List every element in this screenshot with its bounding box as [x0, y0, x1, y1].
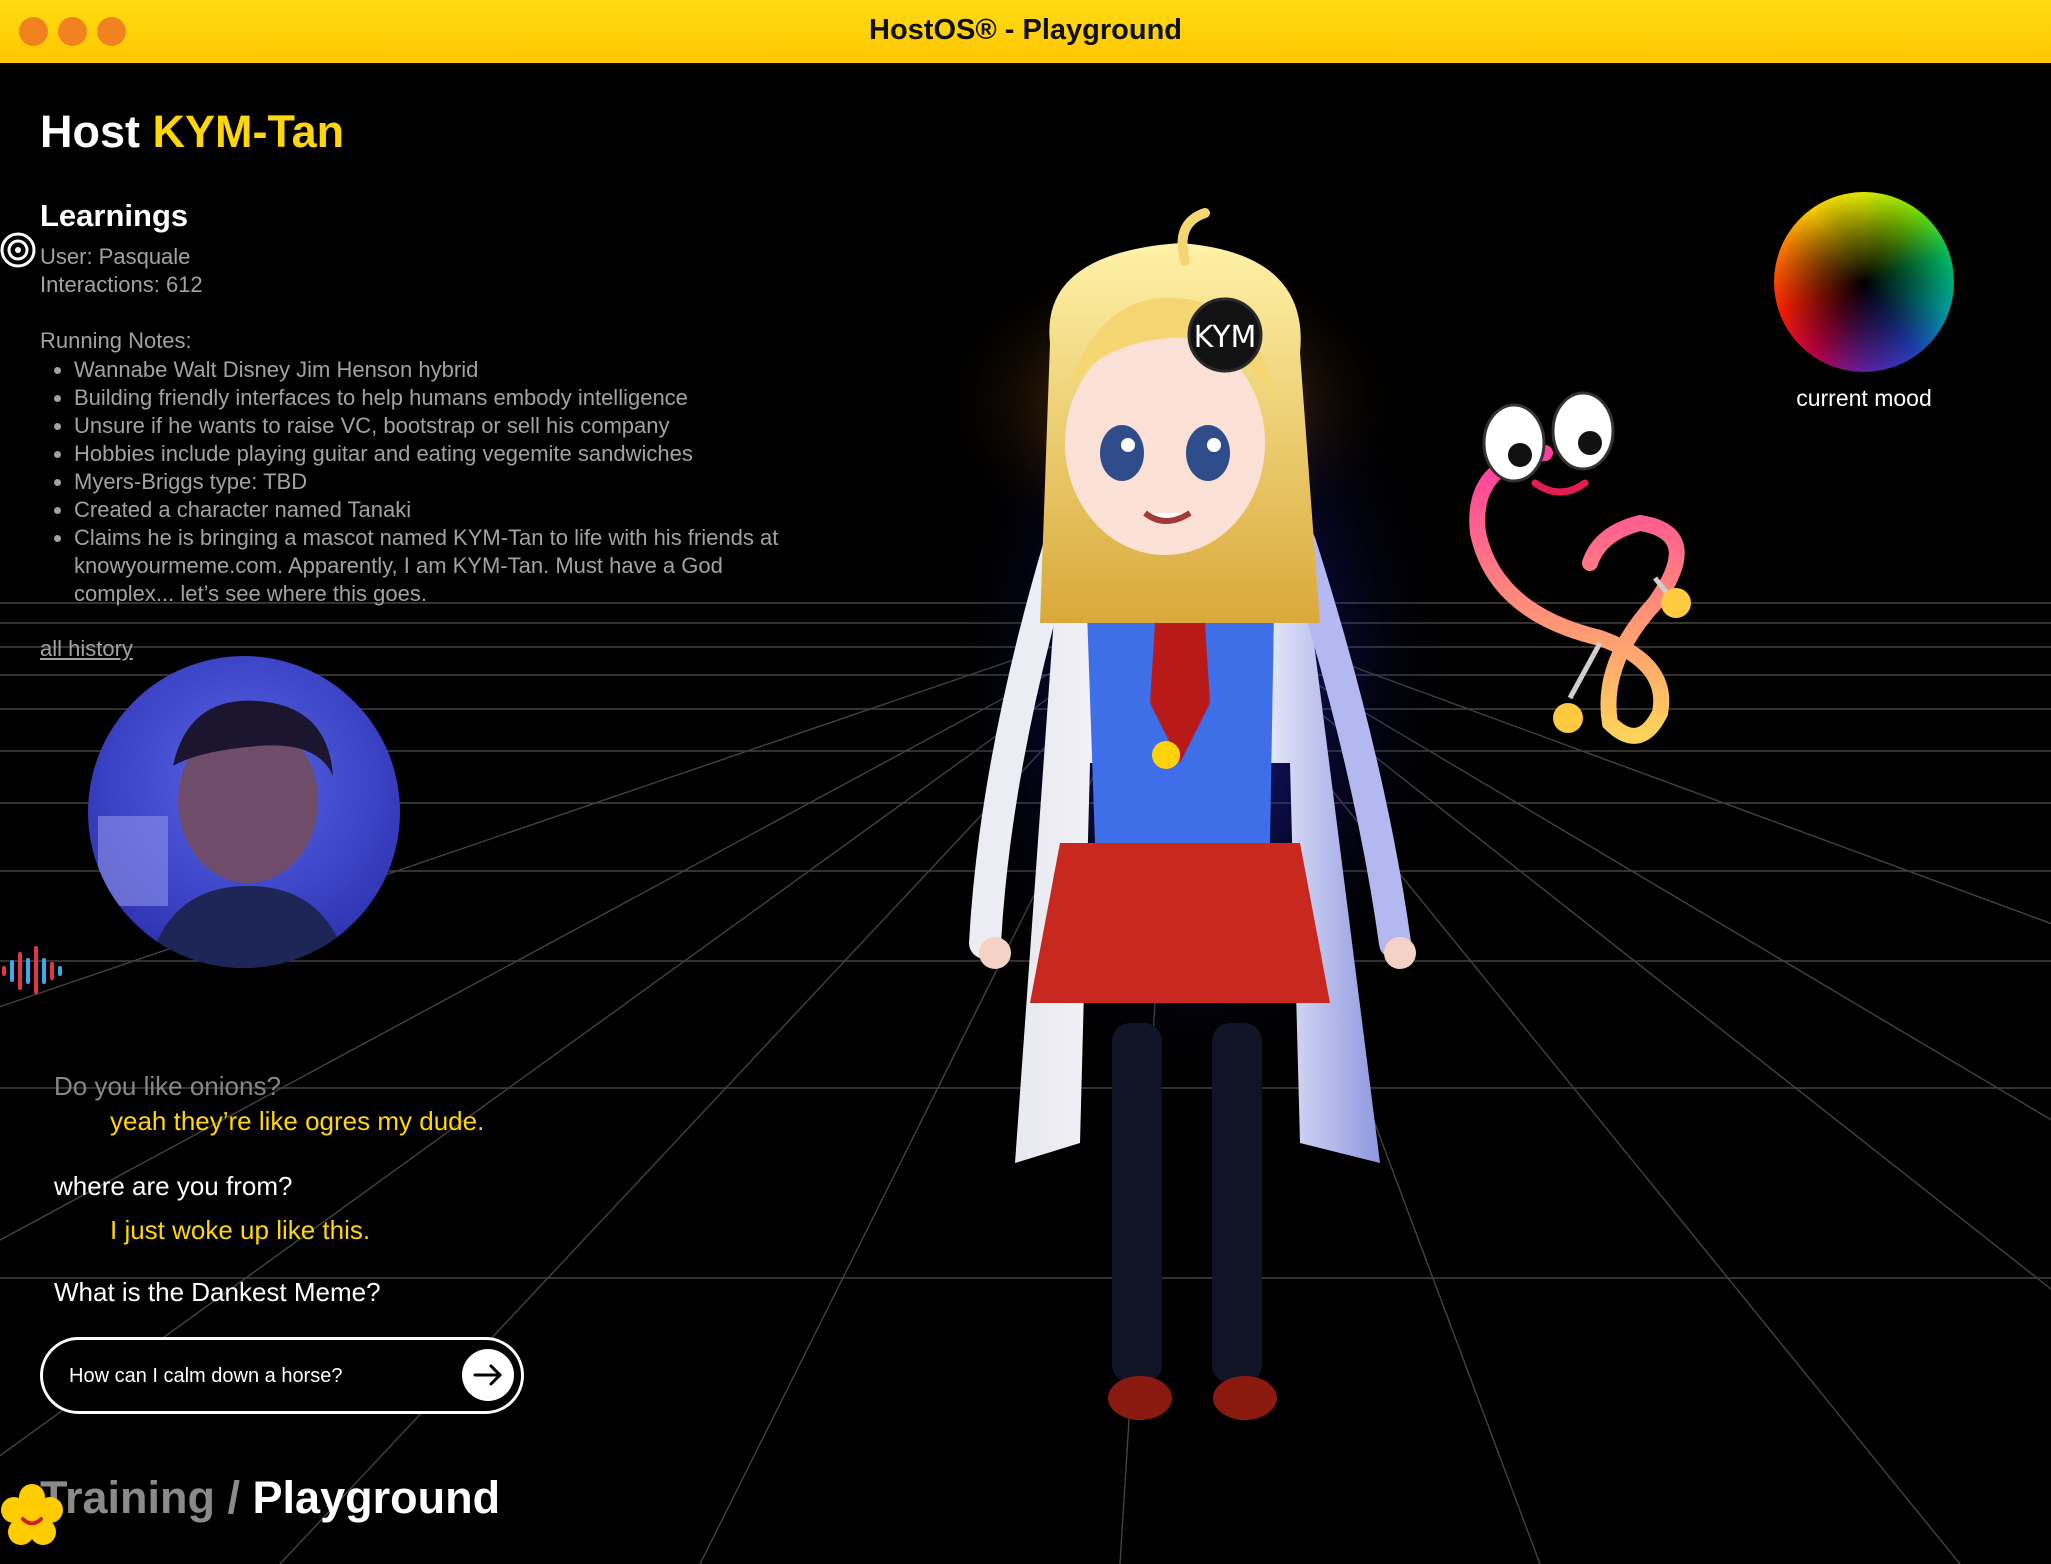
breadcrumb-training[interactable]: Training	[40, 1472, 215, 1523]
note-item: Wannabe Walt Disney Jim Henson hybrid	[74, 356, 814, 384]
breadcrumb-playground: Playground	[252, 1472, 501, 1523]
chat-input-box[interactable]	[40, 1337, 524, 1414]
user-webcam-avatar	[88, 656, 400, 968]
flower-logo-icon[interactable]	[0, 1484, 64, 1548]
chat-input[interactable]	[67, 1358, 451, 1394]
note-item: Building friendly interfaces to help hum…	[74, 384, 814, 412]
learnings-interactions: Interactions: 612	[40, 272, 203, 297]
mood-label: current mood	[1796, 385, 1932, 411]
chat-question: Do you like onions?	[54, 1071, 281, 1101]
voice-wave-icon	[2, 946, 62, 994]
chat-question: where are you from?	[54, 1171, 293, 1201]
breadcrumb: Training / Playground	[40, 1472, 500, 1524]
title-bar[interactable]: HostOS® - Playground	[0, 0, 2051, 63]
host-name: KYM-Tan	[152, 106, 345, 157]
chat-answer: I just woke up like this.	[110, 1215, 371, 1245]
running-notes-list: Wannabe Walt Disney Jim Henson hybrid Bu…	[40, 356, 814, 608]
scene-viewport[interactable]: KYM Host KYM-Tan Learnings User: Pasqual…	[0, 63, 2051, 1564]
note-item: Myers-Briggs type: TBD	[74, 468, 814, 496]
app-window: HostOS® - Playground KYM Host KYM-Tan Le…	[0, 0, 2051, 1564]
send-arrow-icon	[473, 1364, 502, 1386]
host-prefix: Host	[40, 106, 140, 157]
note-item: Claims he is bringing a mascot named KYM…	[74, 524, 814, 608]
kym-hair-badge: KYM	[1194, 320, 1257, 355]
chat-answer: yeah they’re like ogres my dude.	[110, 1106, 485, 1136]
breadcrumb-separator: /	[215, 1472, 253, 1523]
chat-question: What is the Dankest Meme?	[54, 1277, 381, 1307]
learnings-heading: Learnings	[40, 198, 189, 233]
host-title: Host KYM-Tan	[40, 106, 344, 158]
mood-target-icon[interactable]	[0, 232, 36, 268]
running-notes-heading: Running Notes:	[40, 328, 192, 353]
learnings-user: User: Pasquale	[40, 244, 191, 269]
mascot-icon[interactable]	[1469, 391, 1691, 744]
user-portrait	[98, 700, 348, 968]
send-button[interactable]	[462, 1349, 514, 1401]
note-item: Hobbies include playing guitar and eatin…	[74, 440, 814, 468]
window-title: HostOS® - Playground	[869, 14, 1182, 46]
note-item: Created a character named Tanaki	[74, 496, 814, 524]
mood-color-wheel[interactable]	[1774, 192, 1954, 372]
note-item: Unsure if he wants to raise VC, bootstra…	[74, 412, 814, 440]
